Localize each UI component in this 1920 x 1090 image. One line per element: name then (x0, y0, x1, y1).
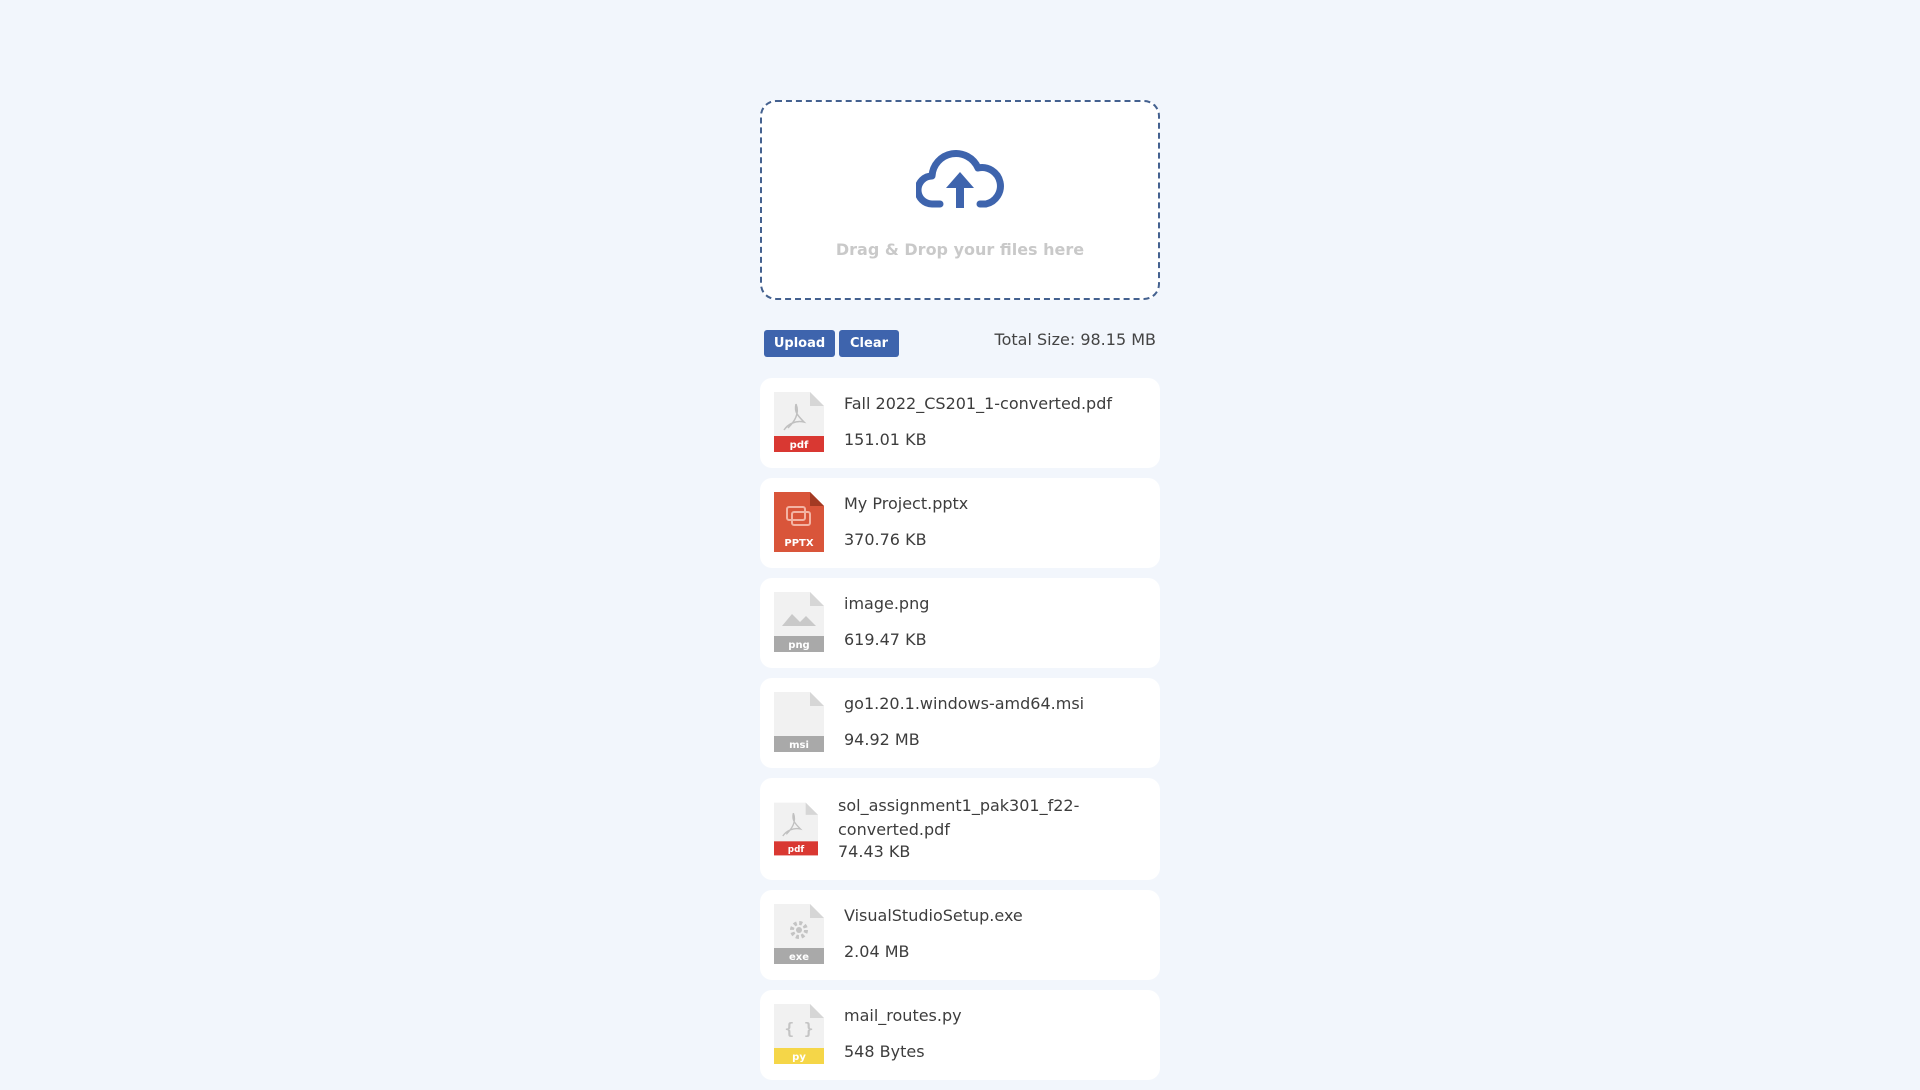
file-item[interactable]: exe VisualStudioSetup.exe 2.04 MB (760, 890, 1160, 980)
executable-file-icon: exe (774, 904, 824, 964)
file-size: 74.43 KB (838, 842, 911, 861)
svg-text:PPTX: PPTX (784, 538, 813, 549)
file-name: My Project.pptx (844, 494, 969, 513)
image-file-icon: png (774, 592, 824, 652)
svg-text:exe: exe (789, 952, 809, 963)
svg-text:py: py (792, 1052, 806, 1063)
file-uploader: Drag & Drop your files here Upload Clear… (760, 100, 1160, 1090)
cloud-upload-icon (916, 149, 1004, 208)
file-item[interactable]: png image.png 619.47 KB (760, 578, 1160, 668)
clear-button[interactable]: Clear (839, 330, 899, 357)
drop-hint: Drag & Drop your files here (835, 239, 1085, 259)
file-item[interactable]: pdf sol_assignment1_pak301_f22-converted… (760, 778, 1160, 880)
file-item[interactable]: msi go1.20.1.windows-amd64.msi 94.92 MB (760, 678, 1160, 768)
file-size: 370.76 KB (844, 530, 927, 549)
code-file-icon: { } py (774, 1004, 824, 1064)
file-size: 2.04 MB (844, 942, 910, 961)
svg-text:msi: msi (789, 740, 809, 751)
file-name: image.png (844, 594, 930, 613)
pptx-file-icon: PPTX (774, 492, 824, 552)
file-size: 151.01 KB (844, 430, 927, 449)
svg-text:{ }: { } (785, 1019, 814, 1038)
file-name: Fall 2022_CS201_1-converted.pdf (844, 394, 1112, 413)
upload-button[interactable]: Upload (764, 330, 835, 357)
svg-text:png: png (788, 640, 809, 651)
drop-zone[interactable]: Drag & Drop your files here (760, 100, 1160, 300)
file-name: mail_routes.py (844, 1006, 962, 1025)
svg-text:pdf: pdf (788, 845, 805, 855)
toolbar: Upload Clear Total Size: 98.15 MB (760, 330, 1160, 358)
file-size: 548 Bytes (844, 1042, 925, 1061)
file-item[interactable]: PPTX My Project.pptx 370.76 KB (760, 478, 1160, 568)
file-size: 619.47 KB (844, 630, 927, 649)
total-size: Total Size: 98.15 MB (994, 330, 1156, 349)
file-size: 94.92 MB (844, 730, 920, 749)
file-name: sol_assignment1_pak301_f22-converted.pdf (838, 796, 1080, 839)
file-name: go1.20.1.windows-amd64.msi (844, 694, 1085, 713)
file-item[interactable]: { } py mail_routes.py 548 Bytes (760, 990, 1160, 1080)
pdf-file-icon: pdf (774, 392, 824, 452)
file-item[interactable]: pdf Fall 2022_CS201_1-converted.pdf 151.… (760, 378, 1160, 468)
pdf-file-icon: pdf (774, 802, 818, 856)
svg-text:pdf: pdf (790, 440, 809, 451)
generic-file-icon: msi (774, 692, 824, 752)
file-list: pdf Fall 2022_CS201_1-converted.pdf 151.… (760, 378, 1160, 1080)
file-name: VisualStudioSetup.exe (844, 906, 1023, 925)
